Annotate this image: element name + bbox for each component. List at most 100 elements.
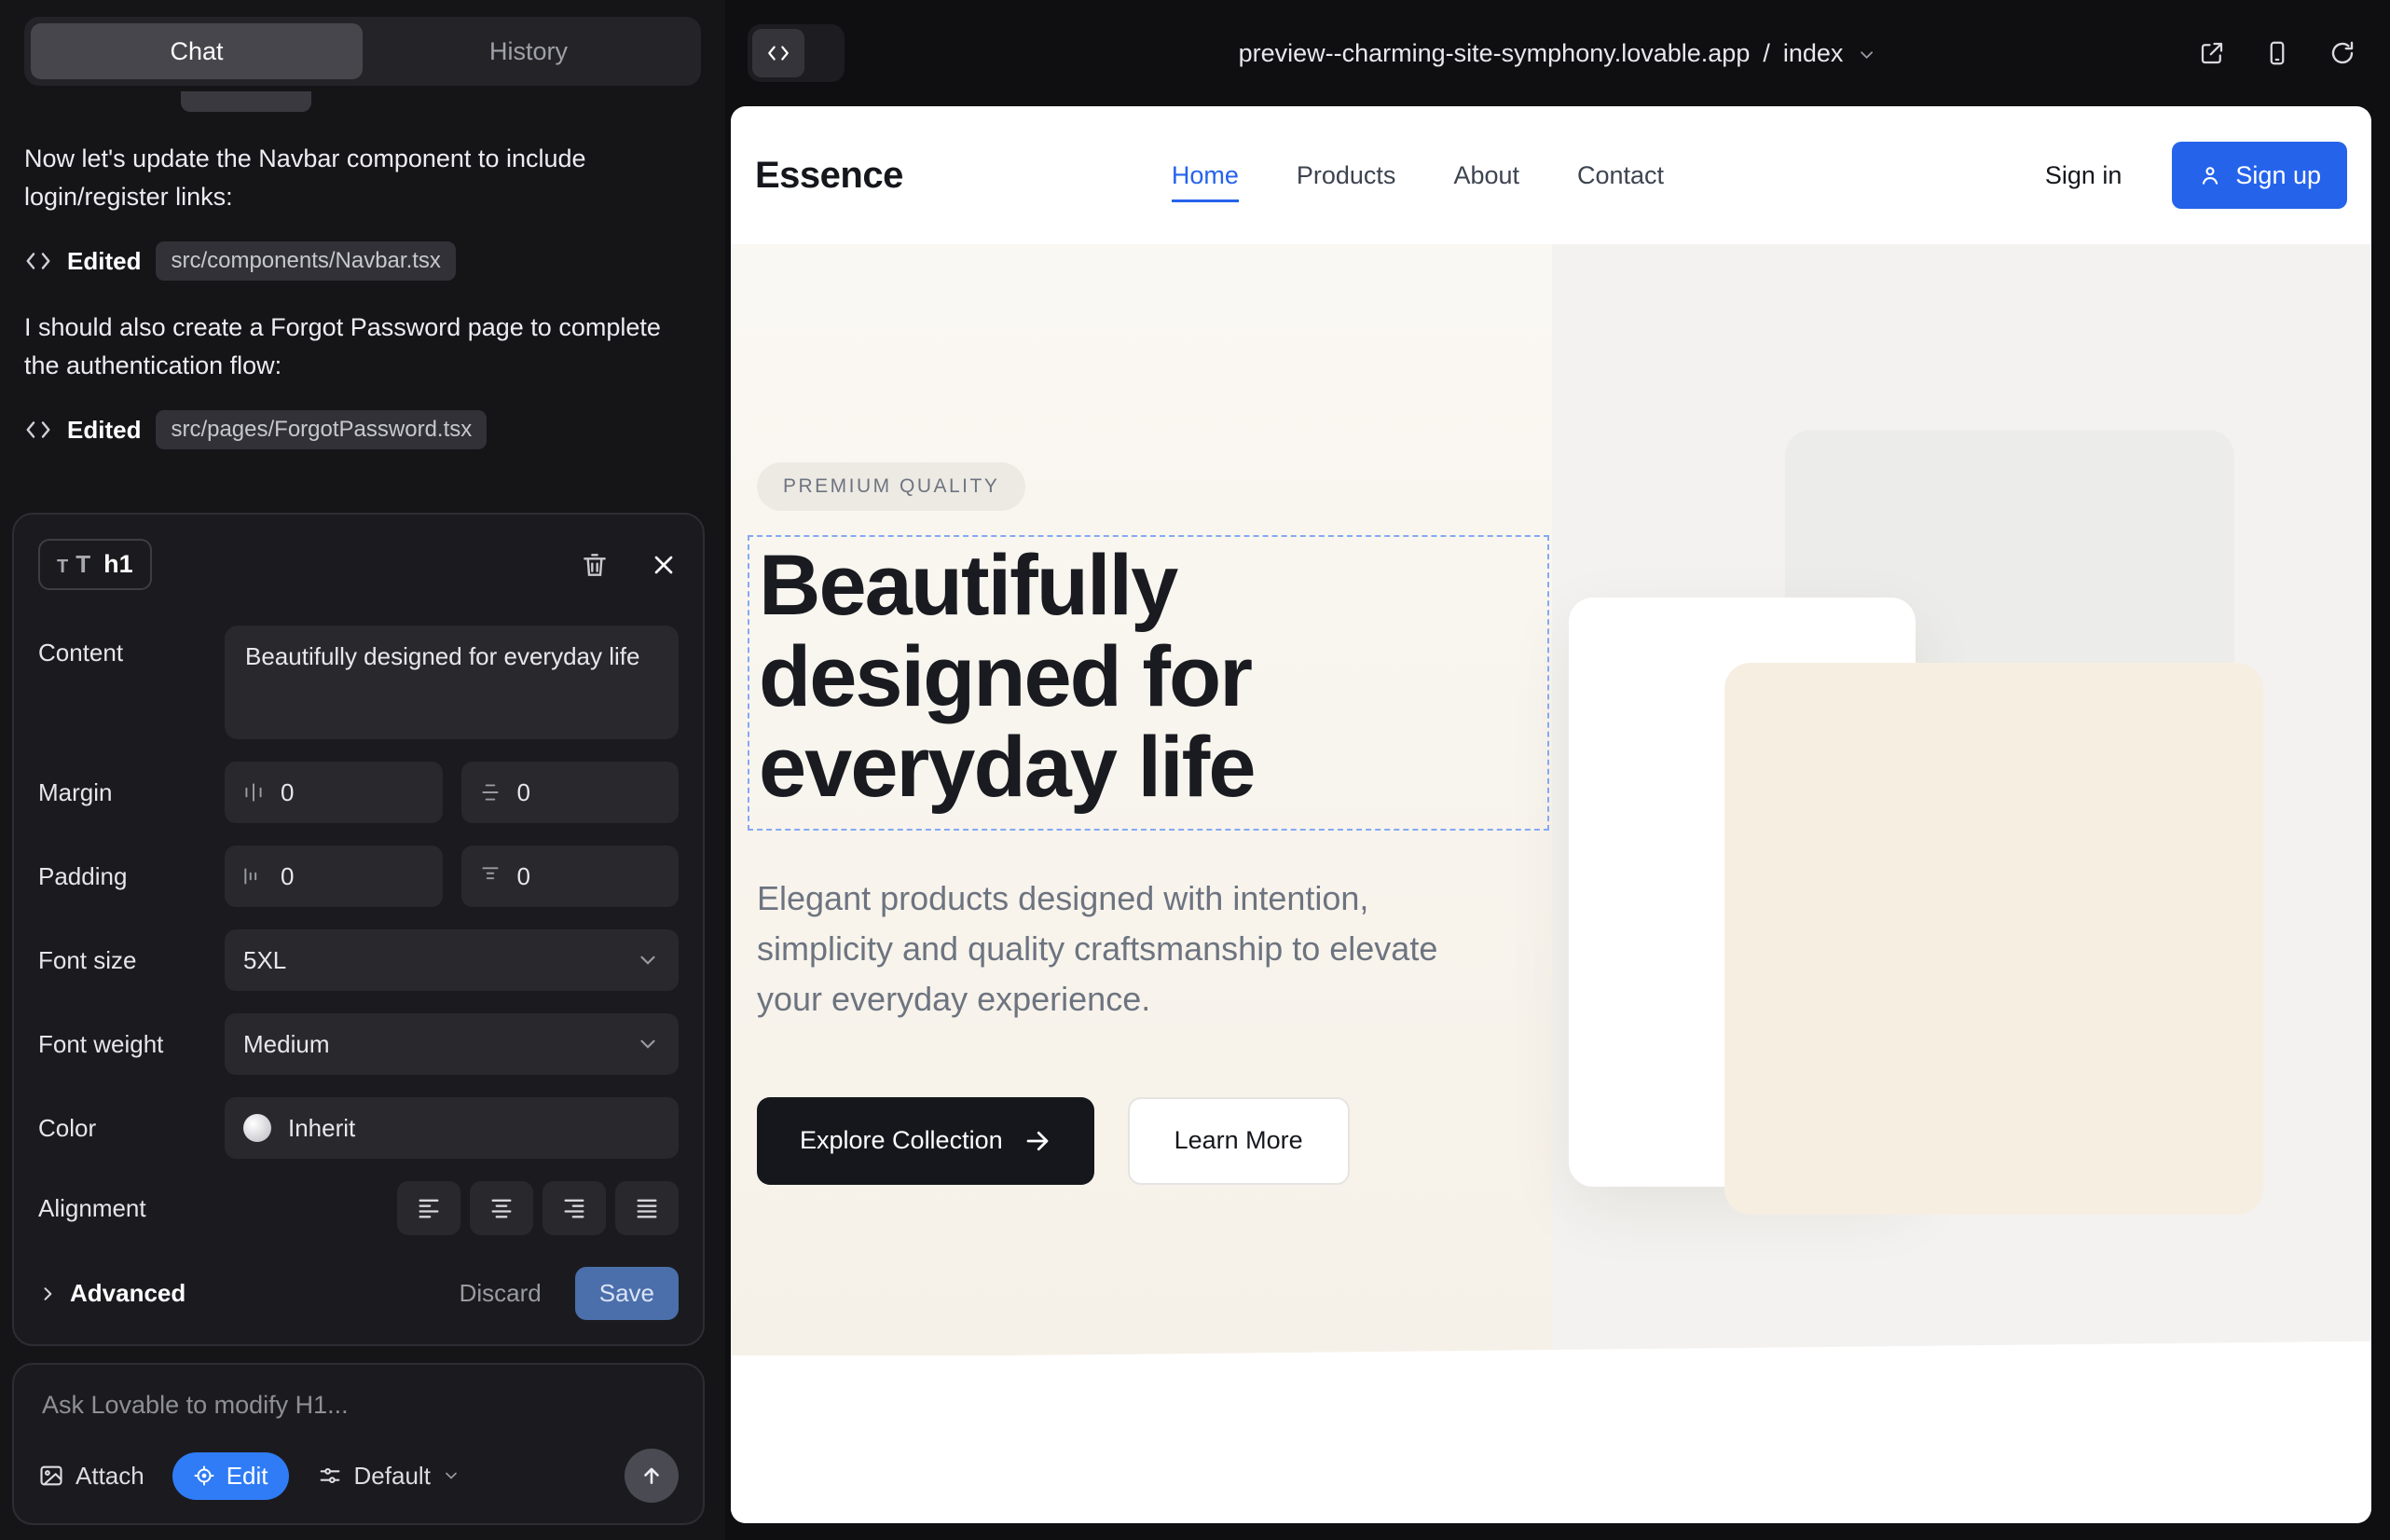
- align-justify-icon: [634, 1195, 660, 1221]
- hero-section: PREMIUM QUALITY Beautifully designed for…: [731, 462, 2371, 1185]
- font-size-value: 5XL: [243, 946, 286, 975]
- explore-collection-label: Explore Collection: [800, 1126, 1003, 1155]
- learn-more-button[interactable]: Learn More: [1128, 1097, 1350, 1185]
- chat-message: Now let's update the Navbar component to…: [24, 140, 701, 215]
- padding-x-value: 0: [281, 862, 294, 891]
- align-justify-button[interactable]: [615, 1181, 679, 1235]
- save-button[interactable]: Save: [575, 1267, 679, 1320]
- user-icon: [2198, 163, 2222, 187]
- sliders-icon: [317, 1463, 343, 1489]
- advanced-toggle[interactable]: Advanced: [38, 1279, 185, 1308]
- app-root: Chat History Now let's update the Navbar…: [0, 0, 2390, 1540]
- quality-badge: PREMIUM QUALITY: [757, 462, 1025, 511]
- url-host: preview--charming-site-symphony.lovable.…: [1239, 39, 1751, 68]
- margin-field-row: Margin 0 0: [38, 762, 679, 823]
- url-bar[interactable]: preview--charming-site-symphony.lovable.…: [1239, 39, 1877, 68]
- padding-y-input[interactable]: 0: [461, 846, 680, 907]
- arrow-up-icon: [639, 1464, 664, 1488]
- refresh-icon[interactable]: [2328, 39, 2356, 67]
- attach-label: Attach: [76, 1462, 144, 1491]
- trash-icon[interactable]: [580, 550, 610, 580]
- element-tag-label: h1: [103, 550, 133, 579]
- color-swatch: [243, 1114, 271, 1142]
- margin-horizontal-icon: [241, 780, 266, 804]
- tab-history[interactable]: History: [363, 23, 694, 79]
- chat-input[interactable]: [38, 1385, 679, 1428]
- typography-icon: T: [57, 557, 68, 578]
- element-editor-panel: TT h1 Content Beautifully designed for e…: [12, 513, 705, 1346]
- bottom-white-band: [731, 1341, 2371, 1523]
- nav-link-contact[interactable]: Contact: [1577, 161, 1664, 190]
- attach-button[interactable]: Attach: [38, 1462, 144, 1491]
- edited-label: Edited: [67, 247, 141, 276]
- code-view-toggle: [748, 24, 845, 82]
- chevron-down-icon: [442, 1466, 460, 1485]
- code-icon: [766, 41, 790, 65]
- hero-headline[interactable]: Beautifully designed for everyday life: [759, 541, 1523, 814]
- nav-link-about[interactable]: About: [1453, 161, 1519, 190]
- open-external-icon[interactable]: [2198, 39, 2226, 67]
- font-weight-field-row: Font weight Medium: [38, 1013, 679, 1075]
- align-center-button[interactable]: [470, 1181, 533, 1235]
- sign-up-button[interactable]: Sign up: [2172, 142, 2347, 209]
- padding-horizontal-icon: [241, 864, 266, 888]
- editor-footer: Advanced Discard Save: [38, 1267, 679, 1320]
- color-label: Color: [38, 1114, 225, 1143]
- sign-in-link[interactable]: Sign in: [2045, 161, 2122, 190]
- file-badge[interactable]: src/pages/ForgotPassword.tsx: [156, 410, 487, 449]
- padding-label: Padding: [38, 862, 225, 891]
- chat-message: I should also create a Forgot Password p…: [24, 309, 701, 384]
- font-weight-value: Medium: [243, 1030, 329, 1059]
- font-size-select[interactable]: 5XL: [225, 929, 679, 991]
- edited-label: Edited: [67, 416, 141, 445]
- edited-file-row: Edited src/components/Navbar.tsx: [24, 241, 701, 281]
- target-icon: [193, 1464, 215, 1487]
- chevron-down-icon: [636, 1032, 660, 1056]
- hero-subtext: Elegant products designed with intention…: [757, 873, 1493, 1024]
- margin-vertical-icon: [478, 780, 502, 804]
- nav-link-home[interactable]: Home: [1172, 161, 1239, 202]
- site-nav-links: Home Products About Contact: [1172, 161, 1664, 190]
- editor-header: TT h1: [38, 539, 679, 590]
- chevron-down-icon: [1856, 45, 1876, 65]
- code-view-button[interactable]: [752, 29, 804, 77]
- close-icon[interactable]: [649, 550, 679, 580]
- code-icon: [24, 416, 52, 444]
- attach-image-icon: [38, 1463, 64, 1489]
- alignment-field-row: Alignment: [38, 1181, 679, 1235]
- nav-link-products[interactable]: Products: [1297, 161, 1396, 190]
- element-tag-pill[interactable]: TT h1: [38, 539, 152, 590]
- padding-field-row: Padding 0 0: [38, 846, 679, 907]
- typography-icon: T: [76, 550, 90, 579]
- composer-toolbar: Attach Edit Default: [38, 1449, 679, 1503]
- selection-outline: Beautifully designed for everyday life: [748, 535, 1549, 831]
- chat-scroll-area: Now let's update the Navbar component to…: [0, 86, 725, 503]
- align-left-button[interactable]: [397, 1181, 460, 1235]
- model-selector[interactable]: Default: [317, 1462, 460, 1491]
- tab-chat[interactable]: Chat: [31, 23, 363, 79]
- discard-button[interactable]: Discard: [460, 1279, 542, 1308]
- edit-mode-button[interactable]: Edit: [172, 1452, 289, 1500]
- padding-x-input[interactable]: 0: [225, 846, 443, 907]
- site-logo[interactable]: Essence: [755, 155, 903, 197]
- margin-x-input[interactable]: 0: [225, 762, 443, 823]
- margin-y-input[interactable]: 0: [461, 762, 680, 823]
- hero-cta-row: Explore Collection Learn More: [757, 1097, 2371, 1185]
- align-right-button[interactable]: [543, 1181, 606, 1235]
- browser-chrome: preview--charming-site-symphony.lovable.…: [725, 0, 2390, 106]
- sign-up-label: Sign up: [2235, 161, 2321, 190]
- file-badge[interactable]: src/components/Navbar.tsx: [156, 241, 455, 281]
- mobile-view-icon[interactable]: [2263, 39, 2291, 67]
- color-select[interactable]: Inherit: [225, 1097, 679, 1159]
- code-icon: [24, 247, 52, 275]
- explore-collection-button[interactable]: Explore Collection: [757, 1097, 1094, 1185]
- panel-tabs: Chat History: [24, 17, 701, 86]
- content-input[interactable]: Beautifully designed for everyday life: [225, 626, 679, 739]
- chevron-right-icon: [38, 1285, 57, 1303]
- chat-composer: Attach Edit Default: [12, 1363, 705, 1525]
- send-button[interactable]: [625, 1449, 679, 1503]
- font-weight-select[interactable]: Medium: [225, 1013, 679, 1075]
- font-weight-label: Font weight: [38, 1030, 225, 1059]
- site-preview: Essence Home Products About Contact Sign…: [731, 106, 2371, 1523]
- url-separator: /: [1763, 39, 1770, 68]
